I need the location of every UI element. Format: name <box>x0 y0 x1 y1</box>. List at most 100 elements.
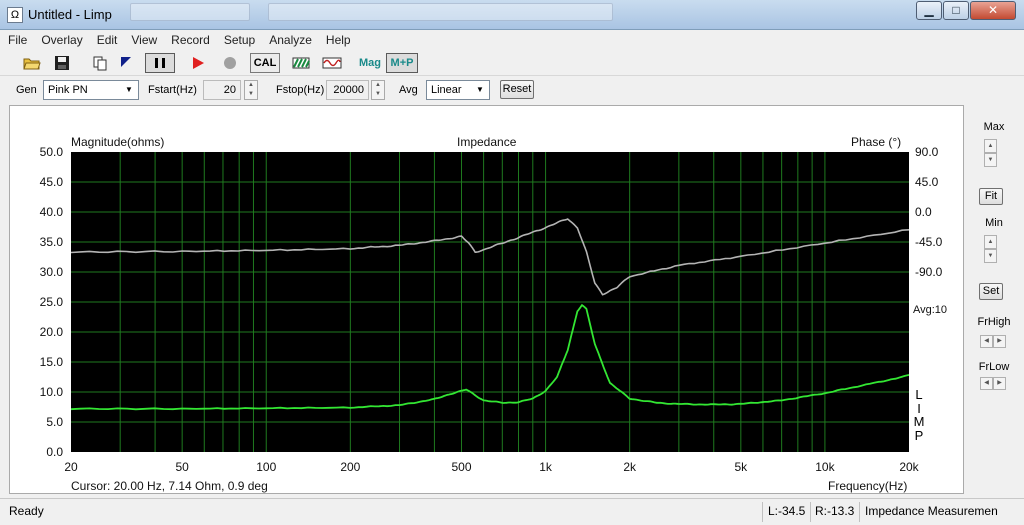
mag-button[interactable]: Mag <box>356 53 384 73</box>
copy-icon[interactable] <box>90 53 110 73</box>
tag-letter: P <box>914 427 924 443</box>
status-right-level: R:-13.3 <box>815 504 855 518</box>
app-icon: Ω <box>7 7 23 23</box>
up-icon[interactable]: ▲ <box>372 81 384 90</box>
tag-letter: I <box>917 400 921 416</box>
left-icon[interactable]: ◀ <box>980 335 993 348</box>
left-tick-label: 10.0 <box>39 385 63 399</box>
down-icon[interactable]: ▼ <box>984 249 997 263</box>
magnitude-axis-label: Magnitude(ohms) <box>71 135 165 149</box>
tag-letter: L <box>915 387 923 402</box>
x-tick-label: 2k <box>623 460 636 474</box>
minimize-button[interactable]: ▁ <box>916 1 942 20</box>
sine-icon[interactable] <box>320 53 344 73</box>
fstop-label: Fstop(Hz) <box>276 84 325 96</box>
cal-button[interactable]: CAL <box>250 53 280 73</box>
menu-analyze[interactable]: Analyze <box>261 30 318 47</box>
hatch-icon[interactable] <box>290 53 312 73</box>
chevron-down-icon: ▼ <box>476 85 484 94</box>
set-button[interactable]: Set <box>979 283 1003 300</box>
menu-bar: File Overlay Edit View Record Setup Analyze Hel… <box>0 30 1024 50</box>
right-tick-label: -90.0 <box>915 265 943 279</box>
fstart-label: Fstart(Hz) <box>148 84 197 96</box>
tag-letter: M <box>913 414 925 429</box>
up-icon[interactable]: ▲ <box>245 81 257 90</box>
limp-vertical-tag: L I M P <box>913 388 925 442</box>
up-icon[interactable]: ▲ <box>984 235 997 249</box>
fstart-input[interactable]: 20 <box>203 80 241 100</box>
fstop-spinner[interactable]: ▲ ▼ <box>371 80 385 100</box>
fstop-input[interactable]: 20000 <box>326 80 369 100</box>
gen-select[interactable]: Pink PN ▼ <box>43 80 139 100</box>
chevron-down-icon: ▼ <box>125 85 133 94</box>
max-label: Max <box>983 121 1005 133</box>
left-icon[interactable]: ◀ <box>980 377 993 390</box>
menu-record[interactable]: Record <box>163 30 216 47</box>
status-bar: Ready L:-34.5 R:-13.3 Impedance Measurem… <box>0 498 1024 525</box>
menu-file[interactable]: File <box>0 30 33 47</box>
right-tick-label: -45.0 <box>915 235 943 249</box>
x-tick-label: 200 <box>340 460 361 474</box>
up-icon[interactable]: ▲ <box>984 139 997 153</box>
gen-select-value: Pink PN <box>48 84 88 96</box>
play-icon[interactable] <box>188 53 208 73</box>
background-tab <box>268 3 613 21</box>
x-tick-label: 100 <box>256 460 277 474</box>
max-spinner[interactable]: ▲ ▼ <box>984 139 997 167</box>
cursor-readout: Cursor: 20.00 Hz, 7.14 Ohm, 0.9 deg <box>71 479 268 493</box>
left-tick-label: 35.0 <box>39 235 63 249</box>
stop-icon[interactable] <box>220 53 240 73</box>
menu-edit[interactable]: Edit <box>89 30 124 47</box>
menu-overlay[interactable]: Overlay <box>33 30 88 47</box>
frlow-label: FrLow <box>978 361 1010 373</box>
right-icon[interactable]: ▶ <box>993 377 1006 390</box>
save-disk-icon[interactable] <box>52 53 72 73</box>
left-tick-label: 25.0 <box>39 295 63 309</box>
avg-label: Avg <box>399 84 418 96</box>
left-tick-label: 0.0 <box>46 445 63 459</box>
status-divider <box>762 502 763 522</box>
close-button[interactable]: ✕ <box>970 1 1016 20</box>
right-icon[interactable]: ▶ <box>993 335 1006 348</box>
maximize-button[interactable]: □ <box>943 1 969 20</box>
pause-icon[interactable] <box>145 53 175 73</box>
menu-view[interactable]: View <box>123 30 163 47</box>
fit-button[interactable]: Fit <box>979 188 1003 205</box>
graph-title: Impedance <box>457 135 517 149</box>
background-tab <box>130 3 250 21</box>
avg-select-value: Linear <box>431 84 462 96</box>
down-icon[interactable]: ▼ <box>245 90 257 99</box>
frhigh-spinner[interactable]: ◀ ▶ <box>980 335 1006 348</box>
open-folder-icon[interactable] <box>22 53 42 73</box>
window-title: Untitled - Limp <box>28 7 112 22</box>
graph-panel: Magnitude(ohms) Impedance Phase (°) 50.0… <box>9 105 964 494</box>
right-tick-label: 45.0 <box>915 175 939 189</box>
min-spinner[interactable]: ▲ ▼ <box>984 235 997 263</box>
toolbar: CAL Mag M+P <box>0 50 1024 76</box>
right-tick-label: 0.0 <box>915 205 932 219</box>
scale-control-panel: Max ▲ ▼ Fit Min ▲ ▼ Set FrHigh ◀ ▶ FrLow ◀ ▶ <box>968 105 1020 494</box>
marker-icon[interactable] <box>116 53 136 73</box>
x-tick-label: 20 <box>64 460 78 474</box>
fstart-spinner[interactable]: ▲ ▼ <box>244 80 258 100</box>
status-mode: Impedance Measuremen <box>865 504 998 518</box>
menu-setup[interactable]: Setup <box>216 30 261 47</box>
left-tick-label: 15.0 <box>39 355 63 369</box>
generator-bar: Gen Pink PN ▼ Fstart(Hz) 20 ▲ ▼ Fstop(Hz)… <box>0 77 1024 102</box>
status-ready: Ready <box>9 504 44 518</box>
down-icon[interactable]: ▼ <box>372 90 384 99</box>
x-tick-label: 10k <box>815 460 835 474</box>
title-bar: Ω Untitled - Limp ▁ □ ✕ <box>0 0 1024 30</box>
status-divider <box>810 502 811 522</box>
down-icon[interactable]: ▼ <box>984 153 997 167</box>
status-divider <box>859 502 860 522</box>
mag-phase-button[interactable]: M+P <box>386 53 418 73</box>
impedance-plot[interactable] <box>71 152 909 452</box>
menu-help[interactable]: Help <box>318 30 357 47</box>
status-left-level: L:-34.5 <box>768 504 806 518</box>
phase-axis-label: Phase (°) <box>851 135 902 149</box>
frlow-spinner[interactable]: ◀ ▶ <box>980 377 1006 390</box>
x-tick-label: 20k <box>899 460 919 474</box>
avg-select[interactable]: Linear ▼ <box>426 80 490 100</box>
reset-button[interactable]: Reset <box>500 80 534 99</box>
